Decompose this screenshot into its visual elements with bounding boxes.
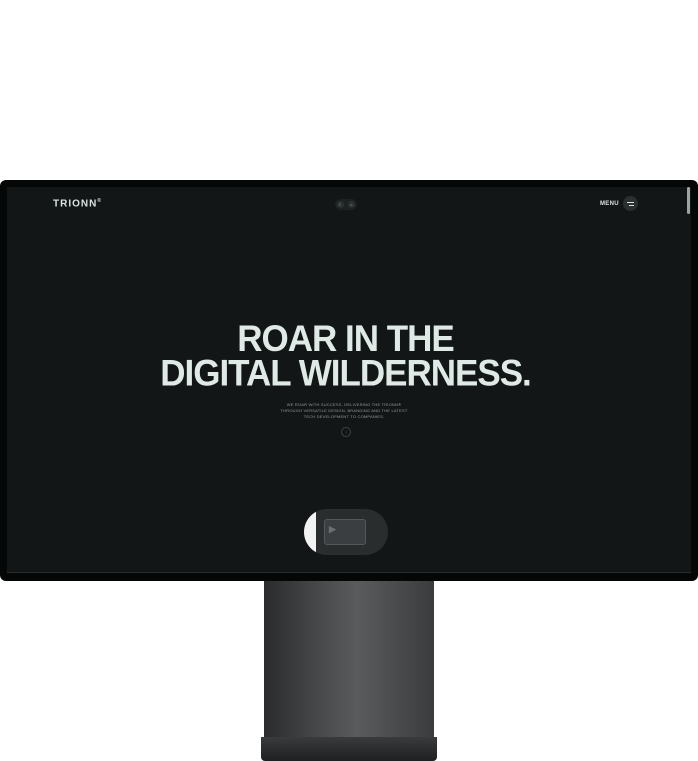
scrollbar-thumb[interactable] xyxy=(687,187,690,214)
monitor-stand-base xyxy=(261,737,437,761)
menu-button[interactable] xyxy=(623,196,638,211)
sun-icon[interactable]: ☼ xyxy=(348,201,355,208)
logo-registered-mark: ® xyxy=(97,198,103,204)
menu-line-icon xyxy=(629,205,634,206)
hero-subtext-line3: TECH DEVELOPMENT TO COMPANIES. xyxy=(303,414,385,419)
hero-headline: ROAR IN THE DIGITAL WILDERNESS. xyxy=(7,318,684,394)
theme-toggle[interactable]: ☾ ☼ xyxy=(335,199,357,210)
site-logo[interactable]: TRIONN® xyxy=(53,198,102,209)
logo-text: TRIONN xyxy=(53,198,98,210)
showreel-highlight xyxy=(304,509,316,555)
arrow-down-icon[interactable]: ↓ xyxy=(341,427,351,437)
showreel-thumbnail: ▶ xyxy=(324,519,366,545)
hero-subtext: WE ROAR WITH SUCCESS, DELIVERING THE TRI… xyxy=(269,402,419,420)
moon-icon[interactable]: ☾ xyxy=(337,201,344,208)
hero-headline-line1: ROAR IN THE xyxy=(237,318,455,360)
menu-label[interactable]: MENU xyxy=(600,201,619,207)
menu-line-icon xyxy=(627,202,634,203)
showreel-button[interactable]: ▶ xyxy=(304,509,388,555)
website-screen: TRIONN® ☾ ☼ MENU ROAR IN THE DIGITAL WIL… xyxy=(7,187,691,572)
hero-headline-line2: DIGITAL WILDERNESS. xyxy=(160,352,532,394)
showreel-thumbnail-mark: ▶ xyxy=(329,524,336,534)
monitor-chin-divider xyxy=(7,572,691,573)
monitor-stand-neck xyxy=(264,581,434,739)
